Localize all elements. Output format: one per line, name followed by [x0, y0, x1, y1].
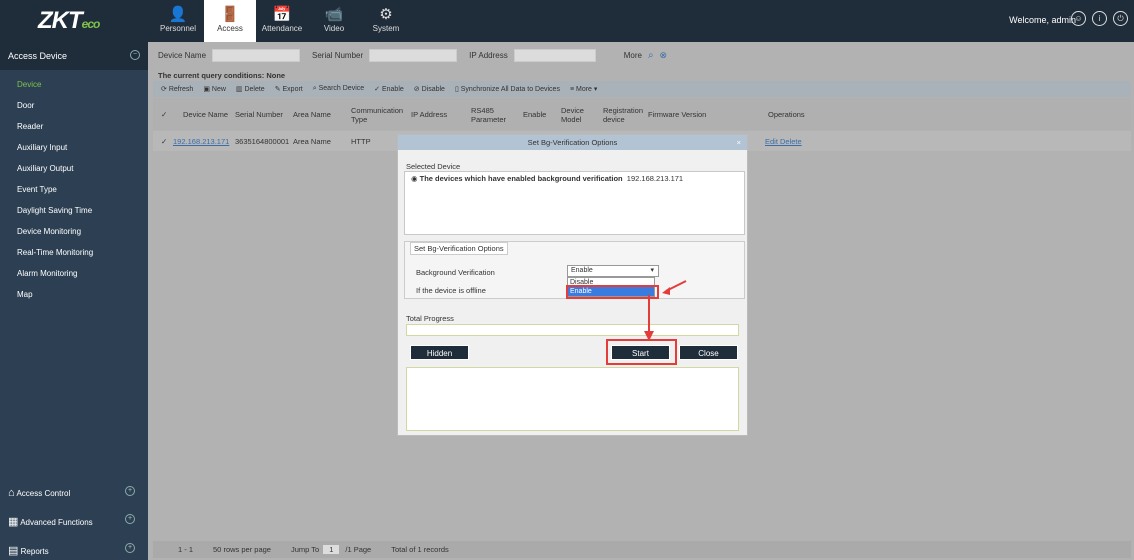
enable-button[interactable]: ✓ Enable: [374, 85, 404, 93]
refresh-button[interactable]: ⟳ Refresh: [161, 85, 193, 93]
edit-delete-link[interactable]: Edit Delete: [765, 137, 802, 146]
logo: ZKTeco: [38, 7, 100, 34]
more-menu-button[interactable]: ≡ More ▾: [570, 85, 597, 93]
rows-per-page-select[interactable]: 50 rows per page: [213, 545, 271, 554]
sync-button[interactable]: ▯ Synchronize All Data to Devices: [455, 85, 560, 93]
door-icon: 🚪: [220, 6, 240, 23]
user-icon[interactable]: ☺: [1071, 11, 1086, 26]
serial-number-input[interactable]: [369, 49, 458, 62]
sidebar: Access Device − Device Door Reader Auxili…: [0, 42, 148, 560]
top-nav: 👤 Personnel 🚪 Access 📅 Attendance 📹 Video ⚙ S…: [152, 0, 412, 44]
nav-personnel[interactable]: 👤 Personnel: [152, 0, 204, 42]
select-all-checkbox[interactable]: ✓: [161, 110, 167, 119]
row-checkbox[interactable]: ✓: [161, 137, 167, 146]
total-progress-bar: [406, 324, 739, 336]
sidebar-advanced-functions[interactable]: ▦ Advanced Functions +: [0, 508, 148, 531]
close-button[interactable]: Close: [679, 345, 738, 360]
nav-attendance[interactable]: 📅 Attendance: [256, 0, 308, 42]
sidebar-item-device-monitoring[interactable]: Device Monitoring: [0, 221, 148, 242]
nav-video[interactable]: 📹 Video: [308, 0, 360, 42]
reports-icon: ▤: [8, 545, 19, 557]
camera-icon: 📹: [324, 6, 344, 23]
close-icon[interactable]: ×: [737, 135, 741, 150]
sidebar-item-device[interactable]: Device: [0, 74, 148, 95]
bg-verification-select[interactable]: Enable ▾: [567, 265, 659, 277]
sidebar-item-event-type[interactable]: Event Type: [0, 179, 148, 200]
dropdown-arrow-icon: ▾: [650, 267, 654, 274]
toolbar: ⟳ Refresh ▣ New ▥ Delete ✎ Export ⌕ Sear…: [153, 81, 1131, 97]
table-header: ✓ Device Name Serial Number Area Name Co…: [153, 98, 1131, 130]
gear-icon: ⚙: [379, 6, 393, 23]
sidebar-access-control[interactable]: ⌂ Access Control +: [0, 480, 148, 503]
nav-access[interactable]: 🚪 Access: [204, 0, 256, 44]
sidebar-reports[interactable]: ▤ Reports +: [0, 537, 148, 560]
expand-icon[interactable]: +: [125, 486, 135, 496]
dialog-title: Set Bg-Verification Options ×: [398, 135, 747, 150]
disable-button[interactable]: ⊘ Disable: [414, 85, 445, 93]
selected-device-box: ◉ The devices which have enabled backgro…: [404, 171, 745, 235]
expand-icon[interactable]: +: [125, 543, 135, 553]
search-icon[interactable]: ⌕: [648, 50, 654, 61]
sidebar-item-auxiliary-output[interactable]: Auxiliary Output: [0, 158, 148, 179]
bg-verification-dialog: Set Bg-Verification Options × Selected De…: [397, 134, 748, 436]
sidebar-item-map[interactable]: Map: [0, 284, 148, 305]
arrow-icon: [662, 280, 687, 295]
sidebar-item-auxiliary-input[interactable]: Auxiliary Input: [0, 137, 148, 158]
clear-icon[interactable]: ⊗: [660, 50, 668, 61]
sidebar-item-alarm-monitoring[interactable]: Alarm Monitoring: [0, 263, 148, 284]
nav-system[interactable]: ⚙ System: [360, 0, 412, 42]
sidebar-item-realtime-monitoring[interactable]: Real-Time Monitoring: [0, 242, 148, 263]
ip-address-input[interactable]: [513, 49, 596, 62]
pagination: 1 - 1 50 rows per page Jump To 1 /1 Page…: [153, 541, 1131, 558]
info-icon[interactable]: i: [1092, 11, 1107, 26]
device-name-link[interactable]: 192.168.213.171: [173, 137, 229, 146]
arrow-down-icon: [644, 295, 654, 341]
personnel-icon: 👤: [168, 6, 188, 23]
sidebar-item-door[interactable]: Door: [0, 95, 148, 116]
query-conditions: The current query conditions: None: [158, 71, 286, 80]
highlight-box: [606, 339, 677, 365]
sidebar-item-reader[interactable]: Reader: [0, 116, 148, 137]
search-device-button[interactable]: ⌕ Search Device: [313, 85, 364, 93]
sidebar-item-daylight-saving[interactable]: Daylight Saving Time: [0, 200, 148, 221]
delete-button[interactable]: ▥ Delete: [236, 85, 265, 93]
welcome-text: Welcome, admin: [1009, 15, 1076, 25]
expand-icon[interactable]: +: [125, 514, 135, 524]
advanced-icon: ▦: [8, 516, 19, 528]
new-button[interactable]: ▣ New: [203, 85, 226, 93]
page-input[interactable]: 1: [323, 545, 340, 554]
sidebar-header[interactable]: Access Device −: [0, 42, 148, 70]
access-control-icon: ⌂: [8, 487, 15, 499]
device-name-input[interactable]: [212, 49, 301, 62]
top-bar: ZKTeco 👤 Personnel 🚪 Access 📅 Attendance 📹 V…: [0, 0, 1134, 44]
power-icon[interactable]: ⏻: [1113, 11, 1128, 26]
radio-icon[interactable]: ◉: [411, 174, 418, 183]
collapse-icon[interactable]: −: [130, 50, 140, 60]
hidden-button[interactable]: Hidden: [410, 345, 469, 360]
more-button[interactable]: More: [624, 51, 642, 60]
log-area[interactable]: [406, 367, 739, 431]
export-button[interactable]: ✎ Export: [275, 85, 303, 93]
calendar-icon: 📅: [272, 6, 292, 23]
